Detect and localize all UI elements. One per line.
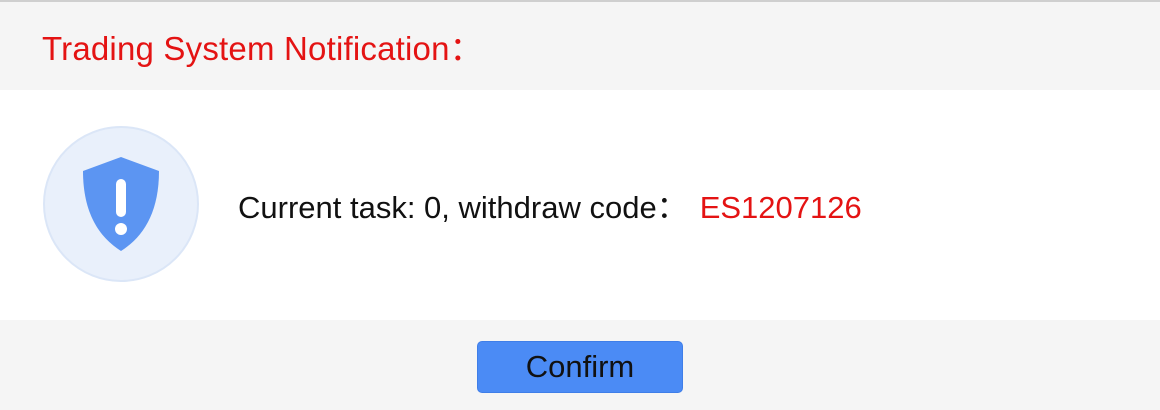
dialog-title: Trading System Notification： bbox=[42, 30, 483, 67]
withdraw-code: ES1207126 bbox=[699, 189, 862, 225]
dialog-body: Current task: 0, withdraw code： ES1207126 bbox=[0, 90, 1160, 318]
dialog-header: Trading System Notification： bbox=[0, 2, 1160, 90]
shield-icon-badge bbox=[43, 126, 199, 282]
confirm-button[interactable]: Confirm bbox=[477, 341, 683, 393]
shield-exclamation-icon bbox=[83, 157, 159, 251]
notification-dialog: Trading System Notification： Current tas… bbox=[0, 0, 1160, 410]
dialog-message: Current task: 0, withdraw code： ES1207126 bbox=[238, 182, 862, 227]
dialog-footer: Confirm bbox=[0, 320, 1160, 410]
message-text: Current task: 0, withdraw code： bbox=[238, 189, 688, 225]
